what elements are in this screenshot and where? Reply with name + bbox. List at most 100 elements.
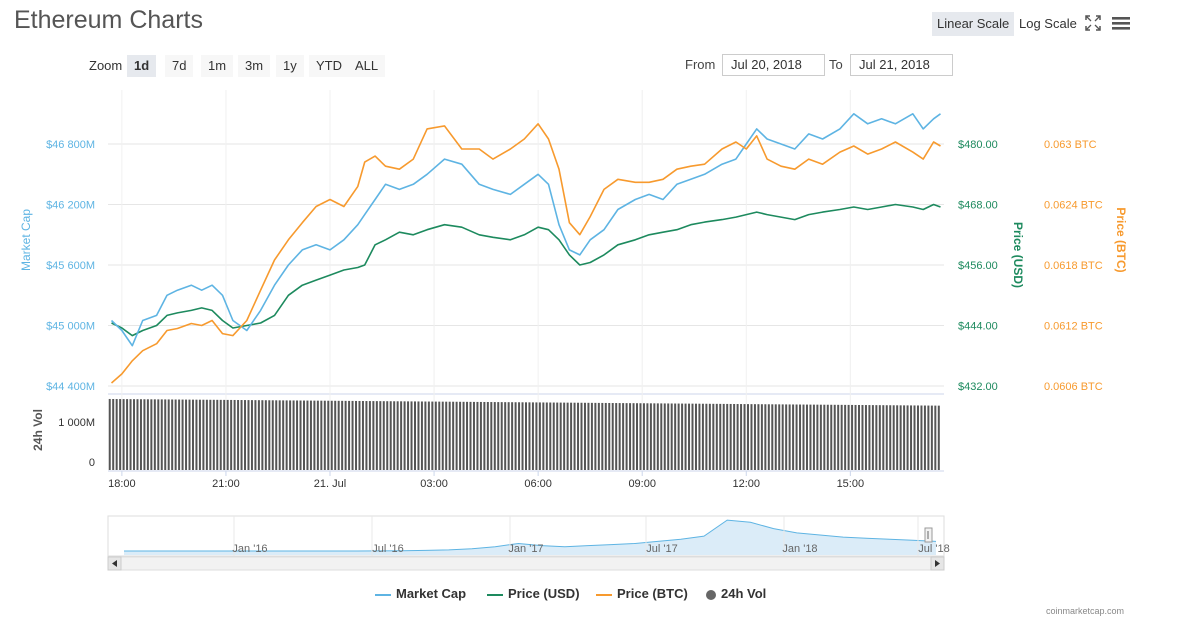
zoom-button-7d[interactable]: 7d — [165, 55, 194, 77]
volume-bar — [379, 401, 382, 470]
legend-price-btc[interactable]: Price (BTC) — [596, 586, 688, 602]
volume-bar — [542, 402, 545, 470]
zoom-button-1d[interactable]: 1d — [127, 55, 157, 77]
legend-24h-vol[interactable]: 24h Vol — [706, 586, 766, 602]
volume-tick-label: 1 000M — [58, 417, 95, 429]
price-usd-axis-title: Price (USD) — [1011, 222, 1025, 288]
volume-bar — [434, 401, 437, 470]
volume-bar — [920, 405, 923, 470]
volume-bar — [792, 404, 795, 470]
linear-scale-button[interactable]: Linear Scale — [932, 12, 1015, 36]
volume-bar — [663, 403, 666, 470]
legend-price-usd[interactable]: Price (USD) — [487, 586, 580, 602]
volume-bar — [802, 404, 805, 470]
volume-bar — [410, 401, 413, 470]
market-cap-tick-label: $44 400M — [46, 381, 95, 393]
volume-bar — [559, 402, 562, 470]
volume-bar — [646, 403, 649, 470]
volume-bar — [937, 405, 940, 470]
volume-bar — [878, 405, 881, 470]
volume-bar — [681, 403, 684, 470]
volume-bar — [431, 401, 434, 470]
fullscreen-icon[interactable] — [1084, 14, 1106, 34]
volume-bar — [386, 401, 389, 470]
zoom-button-all[interactable]: ALL — [348, 55, 386, 77]
market-cap-tick-label: $46 200M — [46, 200, 95, 212]
volume-bar — [157, 399, 160, 470]
volume-bar — [514, 402, 517, 470]
volume-bar — [871, 405, 874, 470]
log-scale-button[interactable]: Log Scale — [1014, 12, 1082, 36]
volume-bar — [216, 399, 219, 470]
volume-bar — [226, 399, 229, 470]
legend-market-cap[interactable]: Market Cap — [375, 586, 466, 602]
volume-bar — [417, 401, 420, 470]
volume-bar — [934, 405, 937, 470]
volume-bar — [604, 402, 607, 470]
credits-link[interactable]: coinmarketcap.com — [1046, 606, 1124, 616]
volume-bar — [847, 404, 850, 470]
volume-bar — [778, 404, 781, 470]
market-cap-tick-label: $46 800M — [46, 139, 95, 151]
market-cap-axis-title: Market Cap — [19, 209, 33, 271]
volume-bar — [108, 398, 111, 470]
to-label: To — [829, 57, 843, 72]
navigator-label: Jan '16 — [232, 543, 267, 555]
volume-bar — [923, 405, 926, 470]
volume-bar — [892, 405, 895, 470]
volume-bar — [708, 403, 711, 470]
volume-bar — [864, 405, 867, 470]
volume-bar — [264, 400, 267, 470]
volume-bar — [840, 404, 843, 470]
volume-bar — [126, 399, 129, 470]
price-btc-tick-label: 0.0624 BTC — [1044, 200, 1103, 212]
x-tick-label: 15:00 — [837, 478, 865, 490]
volume-bar — [677, 403, 680, 470]
zoom-button-ytd[interactable]: YTD — [309, 55, 349, 77]
volume-bar — [521, 402, 524, 470]
volume-bar — [160, 399, 163, 470]
hamburger-menu-icon[interactable] — [1111, 14, 1133, 34]
volume-bar — [868, 405, 871, 470]
navigator-label: Jul '17 — [646, 543, 677, 555]
volume-bar — [191, 399, 194, 470]
navigator-line — [123, 519, 937, 552]
price-btc-tick-label: 0.063 BTC — [1044, 139, 1097, 151]
volume-bar — [500, 402, 503, 470]
volume-bar — [459, 401, 462, 470]
volume-bar — [719, 403, 722, 470]
volume-bar — [171, 399, 174, 470]
volume-bar — [122, 399, 125, 470]
from-date-input[interactable]: Jul 20, 2018 — [722, 54, 825, 76]
volume-bar — [285, 400, 288, 470]
volume-bar — [531, 402, 534, 470]
zoom-button-1y[interactable]: 1y — [276, 55, 304, 77]
volume-bar — [115, 399, 118, 470]
to-date-input[interactable]: Jul 21, 2018 — [850, 54, 953, 76]
volume-bar — [250, 400, 253, 470]
volume-bar — [674, 403, 677, 470]
volume-bar — [313, 400, 316, 470]
volume-bar — [805, 404, 808, 470]
volume-bar — [472, 401, 475, 470]
volume-bar — [316, 400, 319, 470]
volume-bar — [753, 404, 756, 470]
volume-bar — [656, 403, 659, 470]
volume-bar — [698, 403, 701, 470]
zoom-button-3m[interactable]: 3m — [238, 55, 271, 77]
volume-bar — [788, 404, 791, 470]
volume-bar — [504, 402, 507, 470]
volume-bar — [355, 400, 358, 470]
arrow-left-icon — [112, 560, 117, 567]
volume-bar — [240, 400, 243, 470]
volume-bar — [136, 399, 139, 470]
zoom-button-1m[interactable]: 1m — [201, 55, 234, 77]
volume-bar — [587, 402, 590, 470]
volume-bar — [601, 402, 604, 470]
volume-bar — [750, 404, 753, 470]
x-tick-label: 18:00 — [108, 478, 136, 490]
volume-bar — [445, 401, 448, 470]
volume-bar — [209, 399, 212, 470]
volume-bar — [715, 403, 718, 470]
volume-bar — [570, 402, 573, 470]
